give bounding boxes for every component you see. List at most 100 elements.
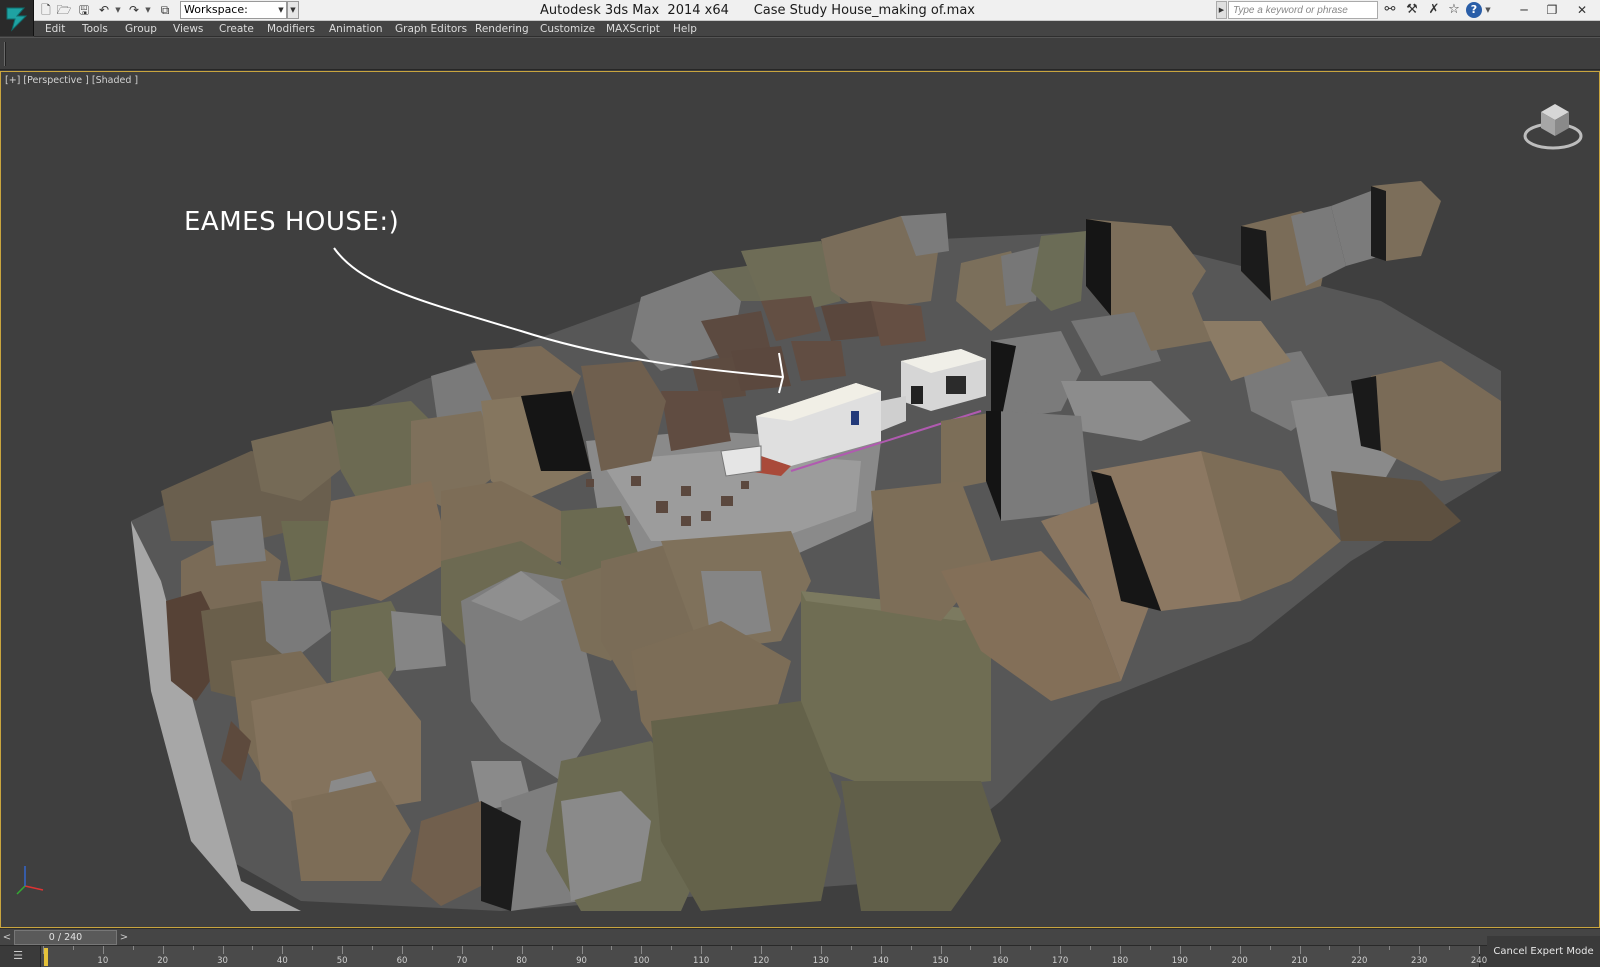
timeline-tick	[1359, 946, 1361, 954]
current-frame-marker[interactable]	[44, 948, 48, 966]
toolbar-grip-handle[interactable]	[4, 42, 6, 66]
timeline-tick	[282, 946, 284, 954]
curve-editor-icon[interactable]: ☰	[8, 948, 28, 964]
timeline-tick-label: 130	[812, 956, 829, 966]
timeline-tick	[402, 946, 403, 954]
timeline-tick-label: 180	[1111, 956, 1129, 966]
menu-create[interactable]: Create	[219, 21, 254, 37]
app-menu-button[interactable]	[0, 0, 34, 36]
timeline-tick	[102, 946, 104, 954]
timeline-tick	[641, 946, 643, 954]
search-input[interactable]	[1228, 1, 1378, 19]
menu-edit[interactable]: Edit	[45, 21, 65, 37]
maximize-icon[interactable]: ❐	[1538, 0, 1566, 20]
menu-customize[interactable]: Customize	[540, 21, 595, 37]
time-slider-thumb[interactable]: 0 / 240	[14, 930, 117, 945]
window-title: Autodesk 3ds Max 2014 x64 Case Study Hou…	[540, 0, 1040, 21]
previous-frame-button[interactable]: <	[0, 930, 14, 945]
timeline-tick-label: 140	[872, 956, 889, 966]
timeline-tick	[1120, 946, 1121, 954]
timeline-tick	[1030, 946, 1032, 950]
timeline-ruler[interactable]: 10 20 30 40 50 60 70 80 90 100 110 120 130 140 150 160 1…	[40, 946, 1487, 967]
timeline-tick	[581, 946, 583, 954]
menu-bar: Edit Tools Group Views Create Modifiers …	[34, 21, 1600, 37]
timeline-tick-label: 100	[633, 956, 650, 966]
timeline-tick	[731, 946, 733, 950]
timeline-tick	[1149, 946, 1151, 950]
timeline-tick	[1060, 946, 1062, 954]
redo-icon[interactable]: ↷	[126, 2, 142, 18]
viewcube-icon[interactable]	[1521, 96, 1585, 152]
timeline-tick	[1449, 946, 1451, 950]
menu-modifiers[interactable]: Modifiers	[267, 21, 315, 37]
save-icon[interactable]: 🖫	[76, 2, 92, 18]
timeline-tick	[1179, 946, 1181, 954]
timeline-tick-label: 10	[97, 956, 109, 966]
project-folder-icon[interactable]: ⧉	[157, 2, 173, 18]
timeline-tick	[1479, 946, 1480, 954]
binoculars-icon[interactable]: ⚯	[1382, 2, 1398, 18]
timeline-tick-label: 60	[396, 956, 408, 966]
next-frame-button[interactable]: >	[117, 930, 131, 945]
timeline-tick-label: 230	[1411, 956, 1428, 966]
timeline-tick-label: 170	[1052, 956, 1069, 966]
timeline-tick-label: 50	[336, 956, 348, 966]
menu-help[interactable]: Help	[673, 21, 697, 37]
timeline-tick-label: 40	[276, 956, 288, 966]
timeline-tick	[1239, 946, 1241, 954]
viewport-label[interactable]: [+] [Perspective ] [Shaded ]	[5, 75, 138, 86]
timeline-tick	[1389, 946, 1391, 950]
timeline-tick	[1209, 946, 1211, 950]
time-slider[interactable]: < 0 / 240 >	[0, 928, 1600, 945]
3dsmax-logo-icon	[6, 7, 28, 32]
timeline-tick	[970, 946, 972, 950]
x-icon[interactable]: ✗	[1426, 2, 1442, 18]
timeline-tick	[1269, 946, 1271, 950]
timeline-tick-label: 160	[992, 956, 1009, 966]
timeline-tick	[910, 946, 912, 950]
timeline-tick-label: 220	[1351, 956, 1368, 966]
workspace-dropdown[interactable]: Workspace: Default ▼	[180, 1, 287, 32]
timeline-tick	[1419, 946, 1421, 954]
viewport-scene	[131, 181, 1501, 911]
new-file-icon[interactable]: 🗋	[38, 2, 54, 18]
timeline-tick	[222, 946, 224, 954]
tools-icon[interactable]: ⚒	[1404, 2, 1420, 18]
track-bar[interactable]: ☰ 10 20 30 40 50 60 70 80 90 100 110 120 130 140 150 16…	[0, 945, 1600, 967]
timeline-tick-label: 210	[1291, 956, 1308, 966]
help-dropdown-icon[interactable]: ▼	[1484, 2, 1492, 18]
timeline-tick	[701, 946, 703, 954]
timeline-tick	[850, 946, 852, 950]
open-file-icon[interactable]: 🗁	[56, 2, 72, 18]
menu-rendering[interactable]: Rendering	[475, 21, 529, 37]
close-icon[interactable]: ✕	[1568, 0, 1596, 20]
timeline-tick	[1299, 946, 1301, 954]
timeline-tick	[461, 946, 463, 954]
redo-dropdown-icon[interactable]: ▼	[144, 2, 152, 18]
menu-animation[interactable]: Animation	[329, 21, 383, 37]
minimize-icon[interactable]: ─	[1510, 0, 1538, 20]
menu-tools[interactable]: Tools	[82, 21, 108, 37]
timeline-tick-label: 240	[1470, 956, 1488, 966]
annotation-text: EAMES HOUSE:)	[184, 207, 400, 237]
star-icon[interactable]: ☆	[1446, 2, 1462, 18]
perspective-viewport[interactable]: [+] [Perspective ] [Shaded ] EAMES HOUSE…	[0, 71, 1600, 928]
application-window: 🗋 🗁 🖫 ↶ ▼ ↷ ▼ ⧉ Workspace: Default ▼ ▼ A…	[0, 0, 1600, 967]
cancel-expert-mode-button[interactable]: Cancel Expert Mode	[1487, 936, 1600, 967]
chevron-down-icon: ▼	[278, 6, 284, 14]
timeline-tick-label: 70	[456, 956, 468, 966]
timeline-tick	[1329, 946, 1331, 950]
menu-graph-editors[interactable]: Graph Editors	[395, 21, 467, 37]
undo-dropdown-icon[interactable]: ▼	[114, 2, 122, 18]
undo-icon[interactable]: ↶	[96, 2, 112, 18]
quick-access-customize-button[interactable]: ▼	[287, 1, 299, 19]
menu-views[interactable]: Views	[173, 21, 203, 37]
infocenter-collapse-button[interactable]: ▶	[1216, 1, 1227, 19]
timeline-tick	[491, 946, 493, 950]
help-icon[interactable]: ?	[1466, 2, 1482, 18]
menu-maxscript[interactable]: MAXScript	[606, 21, 660, 37]
timeline-tick	[820, 946, 822, 954]
timeline-tick-label: 110	[693, 956, 710, 966]
file-name: Case Study House_making of.max	[753, 3, 975, 18]
menu-group[interactable]: Group	[125, 21, 157, 37]
